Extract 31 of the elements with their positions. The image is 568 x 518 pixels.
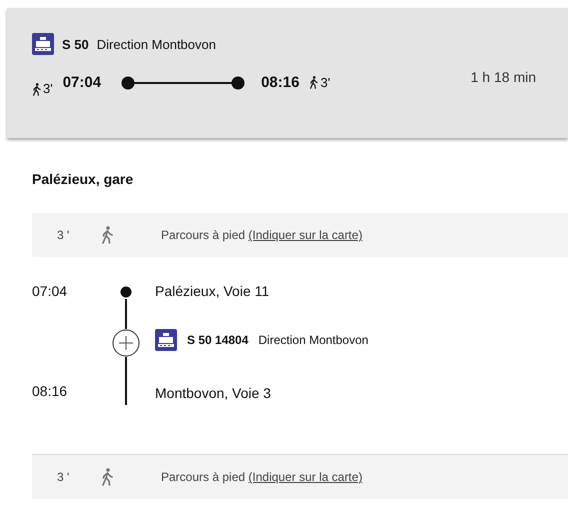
arrival-time: 08:16 bbox=[32, 383, 68, 401]
route-line bbox=[125, 299, 127, 329]
walk-duration: 3 ' bbox=[56, 470, 70, 484]
departure-time: 07:04 bbox=[62, 74, 102, 91]
walking-person-icon bbox=[101, 468, 113, 486]
walk-minutes: 3' bbox=[43, 81, 53, 96]
route-line bbox=[125, 357, 127, 405]
walk-duration: 3 ' bbox=[56, 228, 70, 242]
train-icon bbox=[32, 33, 54, 55]
map-link[interactable]: (Indiquer sur la carte) bbox=[248, 228, 362, 242]
walking-person-icon bbox=[309, 76, 318, 89]
arrival-time: 08:16 bbox=[261, 74, 300, 91]
connection-summary-card[interactable]: S 50 Direction Montbovon 3' 07:04 08:16 3' 1 h 18 min bbox=[7, 8, 568, 138]
train-icon bbox=[155, 329, 177, 351]
arrival-stop: Montbovon, Voie 3 bbox=[154, 385, 272, 403]
trip-duration: 1 h 18 min bbox=[470, 68, 536, 87]
walking-person-icon bbox=[32, 83, 41, 96]
walking-person-icon bbox=[101, 226, 113, 244]
walk-description: Parcours à pied (Indiquer sur la carte) bbox=[161, 228, 362, 242]
train-direction: Direction Montbovon bbox=[258, 333, 368, 347]
direction: Direction Montbovon bbox=[96, 36, 216, 52]
departure-stop: Palézieux, Voie 11 bbox=[154, 283, 270, 299]
origin-title: Palézieux, gare bbox=[32, 171, 134, 187]
stop-marker bbox=[120, 286, 132, 298]
train-number: S 50 14804 bbox=[187, 333, 248, 347]
departure-time: 07:04 bbox=[32, 283, 68, 299]
walk-minutes: 3' bbox=[320, 75, 330, 90]
expand-plus-icon[interactable] bbox=[112, 329, 140, 357]
walk-description: Parcours à pied (Indiquer sur la carte) bbox=[161, 470, 362, 484]
map-link[interactable]: (Indiquer sur la carte) bbox=[248, 470, 362, 484]
line-number: S 50 bbox=[62, 36, 89, 52]
